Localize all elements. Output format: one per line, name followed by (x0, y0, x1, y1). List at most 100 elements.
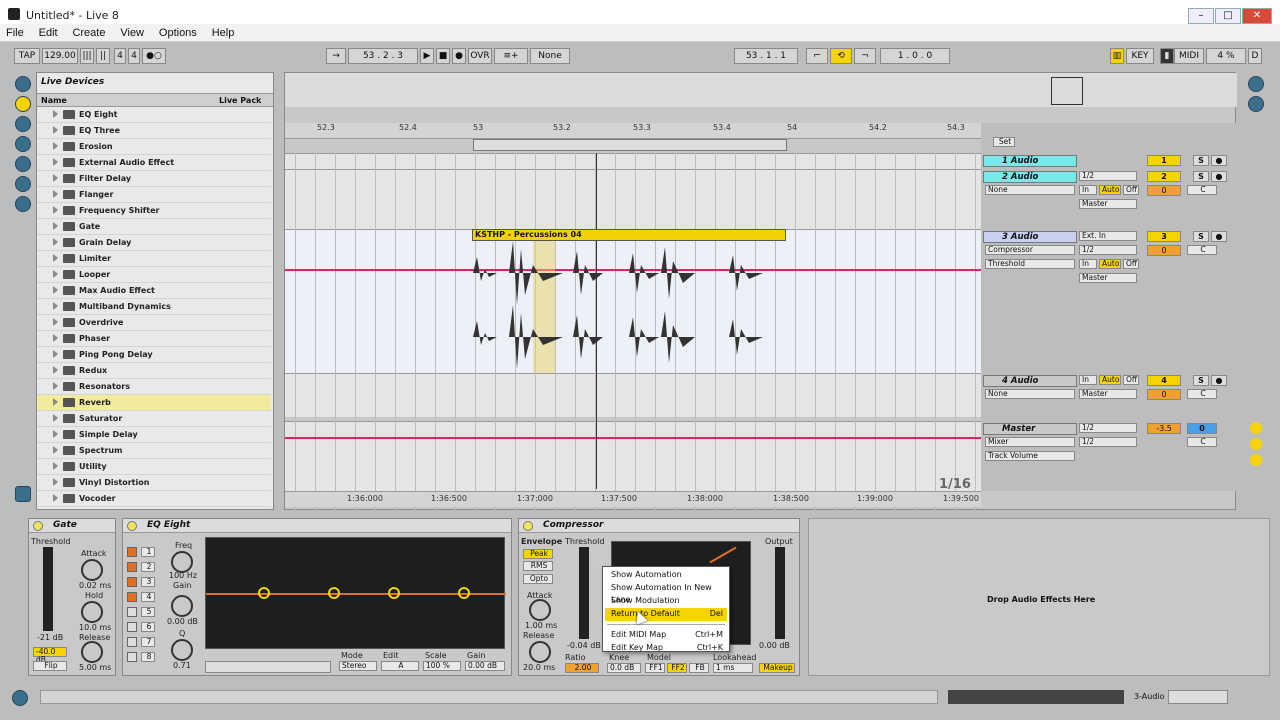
expand-icon[interactable] (53, 238, 58, 246)
browser-item[interactable]: EQ Three (37, 123, 271, 139)
eq-q-knob[interactable] (171, 639, 193, 661)
device-chooser-4[interactable]: None (985, 389, 1075, 399)
expand-icon[interactable] (53, 254, 58, 262)
comp-fb[interactable]: FB (689, 663, 709, 673)
col-pack[interactable]: Live Pack (219, 96, 261, 105)
output-chooser-2[interactable]: Master (1079, 199, 1137, 209)
auto-button-2[interactable]: Auto (1099, 185, 1121, 195)
track-name-1[interactable]: 1 Audio (983, 155, 1077, 167)
eq-band-select[interactable]: 8 (141, 652, 155, 662)
comp-knee[interactable]: 0.0 dB (607, 663, 641, 673)
comp-ff2[interactable]: FF2 (667, 663, 687, 673)
browser-item[interactable]: Spectrum (37, 443, 271, 459)
expand-icon[interactable] (53, 126, 58, 134)
eq-band-toggle[interactable] (127, 547, 137, 557)
browser-item[interactable]: Ping Pong Delay (37, 347, 271, 363)
overview-mini[interactable] (948, 690, 1124, 704)
solo-button-2[interactable]: S (1193, 171, 1209, 182)
browser-item[interactable]: Resonators (37, 379, 271, 395)
expand-icon[interactable] (53, 414, 58, 422)
input-chooser-2[interactable]: 1/2 (1079, 171, 1137, 181)
tempo-field[interactable]: 129.00 (42, 48, 78, 64)
overview-strip[interactable] (285, 73, 1237, 107)
returns-toggle-icon[interactable] (1250, 454, 1262, 466)
expand-icon[interactable] (53, 206, 58, 214)
nudge-up-icon[interactable]: || (96, 48, 110, 64)
arrangement-position[interactable]: 53 . 1 . 1 (734, 48, 798, 64)
browser-item[interactable]: Limiter (37, 251, 271, 267)
expand-icon[interactable] (53, 302, 58, 310)
eq-power-icon[interactable] (127, 521, 137, 531)
track-name-3[interactable]: 3 Audio (983, 231, 1077, 243)
eq-band-toggle[interactable] (127, 562, 137, 572)
expand-icon[interactable] (53, 446, 58, 454)
track-view-toggle[interactable] (1168, 690, 1228, 704)
groove-icon[interactable] (15, 486, 31, 502)
master-volume[interactable]: -3.5 (1147, 423, 1181, 434)
device-chooser-2[interactable]: None (985, 185, 1075, 195)
arm-button-3[interactable]: ● (1211, 231, 1227, 242)
browser-toggle-icon[interactable] (15, 76, 31, 92)
automation-line-master[interactable] (285, 437, 981, 439)
master-lane[interactable] (285, 421, 981, 491)
expand-icon[interactable] (53, 334, 58, 342)
loop-length[interactable]: 1 . 0 . 0 (880, 48, 950, 64)
output-chooser-4[interactable]: Master (1079, 389, 1137, 399)
context-item[interactable]: Return to Default Del (605, 608, 727, 621)
arm-button-2[interactable]: ● (1211, 171, 1227, 182)
browser-item[interactable]: Utility (37, 459, 271, 475)
context-item[interactable]: Show Automation (605, 569, 727, 582)
expand-icon[interactable] (53, 318, 58, 326)
eq-band-toggle[interactable] (127, 637, 137, 647)
solo-button-4[interactable]: S (1193, 375, 1209, 386)
expand-icon[interactable] (53, 350, 58, 358)
master-pan[interactable]: C (1187, 437, 1217, 447)
track-lane-1[interactable] (285, 153, 981, 169)
menu-help[interactable]: Help (206, 24, 241, 39)
arm-button-1[interactable]: ● (1211, 155, 1227, 166)
time-sig-den[interactable]: 4 (128, 48, 140, 64)
eq-band-select[interactable]: 4 (141, 592, 155, 602)
browser-item[interactable]: Frequency Shifter (37, 203, 271, 219)
eq-edit[interactable]: A (381, 661, 419, 671)
param-chooser-3[interactable]: Threshold (985, 259, 1075, 269)
eq-band-toggle[interactable] (127, 652, 137, 662)
browser-item[interactable]: Max Audio Effect (37, 283, 271, 299)
time-ruler[interactable]: 1:36:000 1:36:500 1:37:000 1:37:500 1:38:000… (285, 491, 981, 507)
in-button-4[interactable]: In (1079, 375, 1097, 385)
quantize-select[interactable]: None (530, 48, 570, 64)
expand-icon[interactable] (53, 174, 58, 182)
eq-band-toggle[interactable] (127, 577, 137, 587)
eq-gain-knob[interactable] (171, 595, 193, 617)
master-device-chooser[interactable]: Mixer (985, 437, 1075, 447)
menu-edit[interactable]: Edit (33, 24, 64, 39)
volume-4[interactable]: 0 (1147, 389, 1181, 400)
eq-node-3[interactable] (388, 587, 400, 599)
folder2-icon[interactable] (15, 156, 31, 172)
eq-band-toggle[interactable] (127, 607, 137, 617)
position-field[interactable]: 53 . 2 . 3 (348, 48, 418, 64)
eq-band-select[interactable]: 2 (141, 562, 155, 572)
comp-lookahead[interactable]: 1 ms (713, 663, 753, 673)
menu-view[interactable]: View (114, 24, 150, 39)
comp-release-knob[interactable] (529, 641, 551, 663)
expand-icon[interactable] (53, 398, 58, 406)
expand-icon[interactable] (53, 494, 58, 502)
punch-in-icon[interactable]: ⌐ (806, 48, 828, 64)
master-cue[interactable]: 0 (1187, 423, 1217, 434)
track-activator-2[interactable]: 2 (1147, 171, 1181, 182)
pan-2[interactable]: C (1187, 185, 1217, 195)
eq-gain2[interactable]: 0.00 dB (465, 661, 505, 671)
browser-item[interactable]: Filter Delay (37, 171, 271, 187)
nudge-icon[interactable]: ||| (80, 48, 94, 64)
info-view-toggle-icon[interactable] (12, 690, 28, 706)
off-button-4[interactable]: Off (1123, 375, 1139, 385)
expand-icon[interactable] (53, 462, 58, 470)
eq-band-select[interactable]: 7 (141, 637, 155, 647)
gate-power-icon[interactable] (33, 521, 43, 531)
minimize-icon[interactable]: – (1188, 8, 1214, 24)
expand-icon[interactable] (53, 222, 58, 230)
browser-item[interactable]: EQ Eight (37, 107, 271, 123)
context-item[interactable]: Edit Key Map Ctrl+K (605, 642, 727, 655)
midi-map-icon[interactable]: ▮ (1160, 48, 1174, 64)
